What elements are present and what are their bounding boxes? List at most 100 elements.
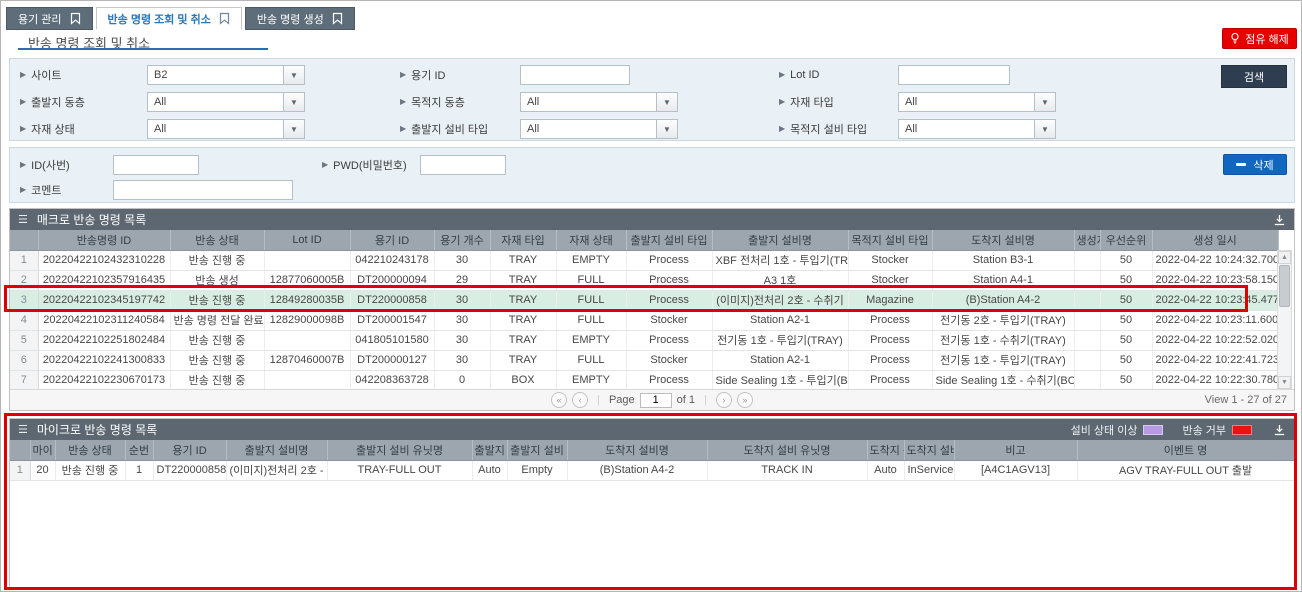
table-row[interactable]: 520220422102251802484반송 진행 중041805101580… (10, 330, 1278, 350)
column-header[interactable]: 순번 (125, 440, 153, 460)
cell[interactable]: 20 (30, 460, 55, 480)
cell[interactable] (264, 370, 350, 390)
cell[interactable]: 반송 진행 중 (170, 370, 264, 390)
column-header[interactable]: 생성자 (1074, 230, 1100, 250)
delete-button[interactable]: 삭제 (1223, 154, 1287, 175)
column-header[interactable]: 이벤트 명 (1077, 440, 1294, 460)
cell[interactable]: Stocker (626, 350, 712, 370)
cell[interactable]: Auto (472, 460, 507, 480)
cell[interactable]: TRACK IN (707, 460, 867, 480)
src-equip-type-select[interactable]: All ▼ (520, 119, 678, 139)
cell[interactable]: [A4C1AGV13] (954, 460, 1077, 480)
material-state-select[interactable]: All ▼ (147, 119, 305, 139)
password-input[interactable] (420, 155, 506, 175)
container-id-input[interactable] (520, 65, 630, 85)
cell[interactable]: (B)Station A4-2 (932, 290, 1074, 310)
cell[interactable]: EMPTY (556, 370, 626, 390)
column-header[interactable]: 출발지 동 (472, 440, 507, 460)
cell[interactable]: 20220422102311240584 (38, 310, 170, 330)
cell[interactable]: 20220422102230670173 (38, 370, 170, 390)
lot-id-input[interactable] (898, 65, 1010, 85)
table-row[interactable]: 720220422102230670173반송 진행 중042208363728… (10, 370, 1278, 390)
cell[interactable]: (이미지)전처리 2호 - 수취기 (712, 290, 848, 310)
bookmark-icon[interactable] (70, 12, 81, 25)
chevron-down-icon[interactable]: ▼ (1034, 119, 1056, 139)
cell[interactable]: 30 (434, 310, 490, 330)
cell[interactable]: 전기동 1호 - 투입기(TRAY) (932, 350, 1074, 370)
table-row[interactable]: 320220422102345197742반송 진행 중12849280035B… (10, 290, 1278, 310)
cell[interactable]: 2022-04-22 10:24:32.700 (1152, 250, 1278, 270)
cell[interactable]: 042208363728 (350, 370, 434, 390)
column-header[interactable]: 용기 ID (350, 230, 434, 250)
cell[interactable]: Process (848, 310, 932, 330)
cell[interactable] (1074, 370, 1100, 390)
cell[interactable]: EMPTY (556, 330, 626, 350)
cell[interactable]: EMPTY (556, 250, 626, 270)
menu-icon[interactable]: ☰ (18, 213, 28, 226)
cell[interactable]: Station B3-1 (932, 250, 1074, 270)
cell[interactable]: Process (626, 290, 712, 310)
scrollbar-thumb[interactable] (1279, 265, 1290, 307)
column-header[interactable]: 출발지 설비 타입 (626, 230, 712, 250)
cell[interactable]: Process (848, 350, 932, 370)
site-select[interactable]: B2 ▼ (147, 65, 305, 85)
chevron-down-icon[interactable]: ▼ (283, 119, 305, 139)
cell[interactable]: 반송 진행 중 (170, 330, 264, 350)
cell[interactable]: 12849280035B (264, 290, 350, 310)
column-header[interactable]: 도착지 설비 (904, 440, 954, 460)
cell[interactable]: 50 (1100, 330, 1152, 350)
occupy-release-button[interactable]: 점유 해제 (1222, 28, 1297, 49)
column-header[interactable] (10, 440, 30, 460)
chevron-down-icon[interactable]: ▼ (1034, 92, 1056, 112)
cell[interactable]: Stocker (626, 310, 712, 330)
cell[interactable]: 12877060005B (264, 270, 350, 290)
column-header[interactable]: 목적지 설비 타입 (848, 230, 932, 250)
next-page-button[interactable]: › (716, 392, 732, 408)
column-header[interactable]: 반송명령 ID (38, 230, 170, 250)
table-row[interactable]: 420220422102311240584반송 명령 전달 완료12829000… (10, 310, 1278, 330)
cell[interactable]: (B)Station A4-2 (567, 460, 707, 480)
src-floor-select[interactable]: All ▼ (147, 92, 305, 112)
cell[interactable]: InService (904, 460, 954, 480)
cell[interactable]: 30 (434, 250, 490, 270)
cell[interactable]: FULL (556, 290, 626, 310)
cell[interactable]: 전기동 1호 - 투입기(TRAY) (712, 330, 848, 350)
tab-container-management[interactable]: 용기 관리 (6, 7, 93, 30)
row-number-cell[interactable]: 3 (10, 290, 38, 310)
cell[interactable]: 반송 진행 중 (170, 250, 264, 270)
column-header[interactable]: 반송 상태 (170, 230, 264, 250)
tab-transfer-query-cancel[interactable]: 반송 명령 조회 및 취소 (96, 7, 242, 30)
bookmark-icon[interactable] (332, 12, 343, 25)
cell[interactable]: 2022-04-22 10:23:45.477 (1152, 290, 1278, 310)
row-number-cell[interactable]: 5 (10, 330, 38, 350)
column-header[interactable]: 도착지 설비 유닛명 (707, 440, 867, 460)
row-number-cell[interactable]: 6 (10, 350, 38, 370)
cell[interactable]: 20220422102357916435 (38, 270, 170, 290)
cell[interactable]: Empty (507, 460, 567, 480)
cell[interactable]: DT220000858 (153, 460, 226, 480)
column-header[interactable]: 우선순위 (1100, 230, 1152, 250)
cell[interactable]: 반송 명령 전달 완료 (170, 310, 264, 330)
cell[interactable]: 20220422102241300833 (38, 350, 170, 370)
cell[interactable]: 1 (125, 460, 153, 480)
cell[interactable]: 29 (434, 270, 490, 290)
column-header[interactable]: 도착지 동 (867, 440, 904, 460)
column-header[interactable]: 용기 ID (153, 440, 226, 460)
table-row[interactable]: 220220422102357916435반송 생성12877060005BDT… (10, 270, 1278, 290)
comment-input[interactable] (113, 180, 293, 200)
cell[interactable]: 2022-04-22 10:22:30.780 (1152, 370, 1278, 390)
cell[interactable]: 30 (434, 330, 490, 350)
dst-floor-select[interactable]: All ▼ (520, 92, 678, 112)
cell[interactable]: Process (626, 330, 712, 350)
cell[interactable]: 50 (1100, 310, 1152, 330)
column-header[interactable]: 도착지 설비명 (932, 230, 1074, 250)
cell[interactable]: Process (626, 250, 712, 270)
last-page-button[interactable]: » (737, 392, 753, 408)
chevron-down-icon[interactable]: ▼ (656, 92, 678, 112)
cell[interactable]: AGV TRAY-FULL OUT 출발 (1077, 460, 1294, 480)
cell[interactable]: 50 (1100, 370, 1152, 390)
cell[interactable]: TRAY (490, 310, 556, 330)
column-header[interactable]: Lot ID (264, 230, 350, 250)
menu-icon[interactable]: ☰ (18, 423, 28, 436)
cell[interactable]: 반송 진행 중 (55, 460, 125, 480)
